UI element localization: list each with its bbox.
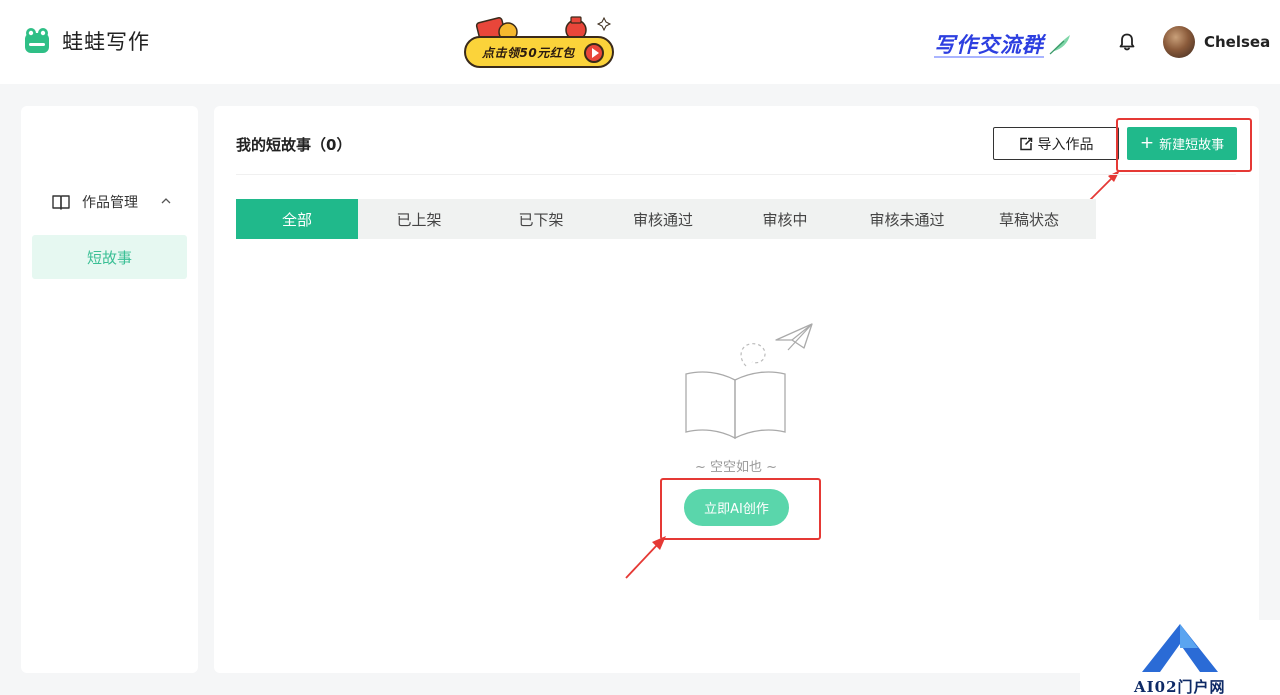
red-arrow-icon bbox=[625, 536, 666, 579]
status-tabs: 全部 已上架 已下架 审核通过 审核中 审核未通过 草稿状态 bbox=[236, 199, 1096, 239]
header-divider bbox=[236, 174, 1236, 175]
top-header: 蛙蛙写作 点击领50元红包 写作交流群 Chelsea bbox=[0, 0, 1280, 84]
main-panel: 我的短故事（0） 导入作品 + 新建短故事 全部 已上架 已下架 审核通过 审核… bbox=[214, 106, 1259, 673]
watermark: AI02门户网 bbox=[1080, 620, 1280, 695]
empty-state-text: ~ 空空如也 ~ bbox=[694, 460, 778, 475]
chevron-up-icon[interactable] bbox=[161, 198, 171, 204]
page-title: 我的短故事（0） bbox=[236, 136, 352, 154]
sidebar-group-label: 作品管理 bbox=[82, 195, 138, 211]
import-icon bbox=[1019, 137, 1032, 150]
highlight-box-new-button bbox=[1116, 118, 1252, 172]
app-name: 蛙蛙写作 bbox=[62, 30, 150, 54]
watermark-logo-icon bbox=[1142, 624, 1218, 672]
tab-listed[interactable]: 已上架 bbox=[358, 199, 480, 239]
community-label: 写作交流群 bbox=[934, 33, 1044, 57]
sidebar-group-works[interactable]: 作品管理 bbox=[52, 192, 138, 212]
tab-all[interactable]: 全部 bbox=[236, 199, 358, 239]
play-icon bbox=[584, 43, 604, 63]
app-logo[interactable]: 蛙蛙写作 bbox=[24, 26, 150, 56]
promo-pill[interactable]: 点击领50元红包 bbox=[464, 36, 614, 68]
empty-book-illustration bbox=[685, 323, 813, 440]
tab-approved[interactable]: 审核通过 bbox=[602, 199, 724, 239]
promo-label: 点击领50元红包 bbox=[482, 45, 575, 60]
sidebar-item-short-stories[interactable]: 短故事 bbox=[32, 235, 187, 279]
username[interactable]: Chelsea bbox=[1204, 33, 1270, 51]
book-icon bbox=[52, 195, 70, 210]
feather-icon bbox=[1049, 35, 1070, 55]
tab-rejected[interactable]: 审核未通过 bbox=[846, 199, 968, 239]
avatar[interactable] bbox=[1163, 26, 1195, 58]
community-link[interactable]: 写作交流群 bbox=[934, 29, 1072, 59]
import-works-button[interactable]: 导入作品 bbox=[993, 127, 1119, 160]
import-label: 导入作品 bbox=[1037, 136, 1094, 153]
frog-logo-icon bbox=[25, 28, 49, 53]
sidebar: 作品管理 短故事 bbox=[21, 106, 198, 673]
tab-unlisted[interactable]: 已下架 bbox=[480, 199, 602, 239]
highlight-box-ai-button bbox=[660, 478, 821, 540]
tab-drafts[interactable]: 草稿状态 bbox=[968, 199, 1090, 239]
promo-banner[interactable]: 点击领50元红包 bbox=[462, 14, 616, 72]
watermark-text: AI02门户网 bbox=[1134, 678, 1226, 695]
tab-under-review[interactable]: 审核中 bbox=[724, 199, 846, 239]
bell-icon[interactable] bbox=[1117, 32, 1137, 52]
